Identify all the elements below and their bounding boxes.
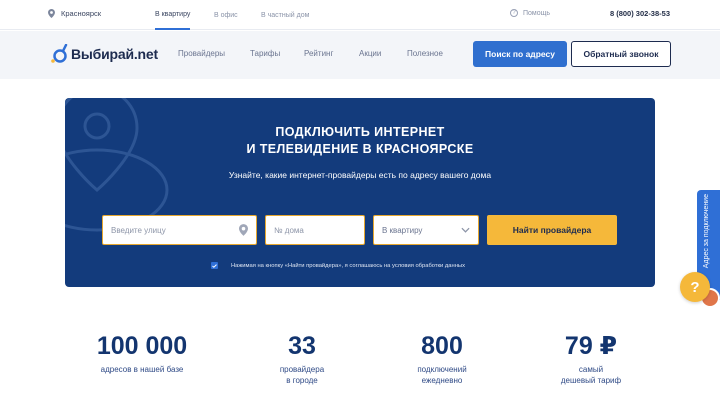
- stat-number: 33: [288, 332, 316, 360]
- consent-text: Нажимая на кнопку «Найти провайдера», я …: [231, 262, 465, 269]
- stat-providers: 33 провайдера в городе: [222, 332, 382, 386]
- stat-label-line1: провайдера: [279, 365, 325, 374]
- stat-number: 800: [421, 332, 463, 360]
- stat-label-line2: дешевый тариф: [560, 376, 622, 385]
- help-label: Помощь: [523, 9, 551, 17]
- location-pin-icon: [48, 9, 55, 18]
- hero-subtitle: Узнайте, какие интернет-провайдеры есть …: [228, 170, 492, 180]
- stat-label-line2: в городе: [286, 376, 318, 385]
- nav-tariffs[interactable]: Тарифы: [250, 49, 280, 58]
- house-placeholder: № дома: [274, 225, 304, 235]
- segment-private-house[interactable]: В частный дом: [261, 0, 309, 30]
- side-tab-label: Адрес за подключение: [703, 194, 710, 269]
- question-icon: ?: [510, 9, 518, 17]
- stat-addresses: 100 000 адресов в нашей базе: [62, 332, 222, 375]
- city-selector[interactable]: Красноярск: [48, 9, 101, 18]
- stat-label: провайдера в городе: [222, 364, 382, 386]
- consent-row: Нажимая на кнопку «Найти провайдера», я …: [211, 262, 465, 269]
- phone-number[interactable]: 8 (800) 302-38-53: [610, 9, 670, 18]
- stat-label-line1: подключений: [417, 365, 467, 374]
- nav-providers[interactable]: Провайдеры: [178, 49, 225, 58]
- check-icon: [212, 263, 217, 268]
- hero-title-line1: ПОДКЛЮЧИТЬ ИНТЕРНЕТ: [275, 125, 445, 139]
- search-by-address-button[interactable]: Поиск по адресу: [473, 41, 567, 67]
- street-input[interactable]: Введите улицу: [102, 215, 257, 245]
- housing-type-value: В квартиру: [382, 225, 423, 235]
- main-navbar: Выбирай.net Провайдеры Тарифы Рейтинг Ак…: [0, 31, 720, 79]
- segment-apartment[interactable]: В квартиру: [155, 0, 191, 30]
- hero-title: ПОДКЛЮЧИТЬ ИНТЕРНЕТ И ТЕЛЕВИДЕНИЕ В КРАС…: [65, 124, 655, 158]
- city-label: Красноярск: [61, 9, 102, 18]
- stat-number: 100 000: [96, 332, 188, 360]
- location-pin-icon: [239, 224, 248, 236]
- nav-rating[interactable]: Рейтинг: [304, 49, 333, 58]
- nav-promotions[interactable]: Акции: [359, 49, 381, 58]
- logo-text: Выбирай.net: [71, 46, 158, 62]
- find-provider-button[interactable]: Найти провайдера: [487, 215, 617, 245]
- hero-title-line2: И ТЕЛЕВИДЕНИЕ В КРАСНОЯРСКЕ: [246, 142, 474, 156]
- stat-label: подключений ежедневно: [362, 364, 522, 386]
- help-link[interactable]: ? Помощь: [510, 9, 550, 17]
- stat-cheapest-tariff: 79 ₽ самый дешевый тариф: [511, 332, 671, 386]
- nav-useful[interactable]: Полезное: [407, 49, 443, 58]
- stat-connections: 800 подключений ежедневно: [362, 332, 522, 386]
- chat-help-button[interactable]: ?: [680, 272, 710, 302]
- stat-number: 79 ₽: [564, 332, 618, 360]
- callback-button[interactable]: Обратный звонок: [571, 41, 671, 67]
- segment-office[interactable]: В офис: [214, 0, 238, 30]
- stat-label-line1: самый: [578, 365, 604, 374]
- stat-label-line2: ежедневно: [421, 376, 463, 385]
- stat-label: самый дешевый тариф: [511, 364, 671, 386]
- logo-icon: [51, 44, 68, 63]
- housing-type-select[interactable]: В квартиру: [373, 215, 479, 245]
- chevron-down-icon: [461, 227, 470, 233]
- stat-label: адресов в нашей базе: [100, 365, 184, 374]
- consent-checkbox[interactable]: [211, 262, 218, 269]
- house-number-input[interactable]: № дома: [265, 215, 365, 245]
- site-logo[interactable]: Выбирай.net: [50, 44, 158, 64]
- top-utility-bar: Красноярск В квартиру В офис В частный д…: [0, 0, 720, 30]
- street-placeholder: Введите улицу: [111, 225, 166, 235]
- hero-search-panel: ПОДКЛЮЧИТЬ ИНТЕРНЕТ И ТЕЛЕВИДЕНИЕ В КРАС…: [65, 98, 655, 287]
- question-icon: ?: [690, 278, 700, 296]
